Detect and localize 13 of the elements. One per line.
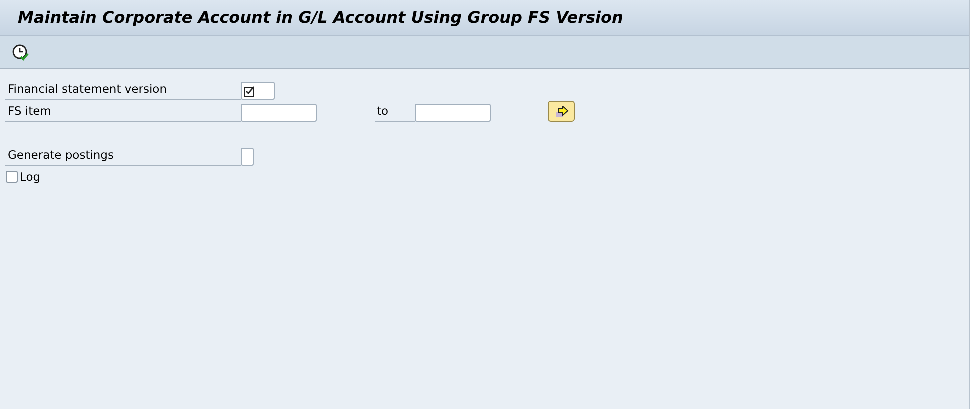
checkbox-label: Log (20, 170, 41, 184)
input-field[interactable] (415, 104, 491, 122)
clock-check-icon (12, 44, 29, 60)
input-field[interactable] (241, 82, 275, 100)
input-field[interactable] (241, 104, 317, 122)
field-label: Financial statement version (5, 80, 241, 100)
input-field[interactable] (241, 148, 254, 166)
field-label: FS item (5, 102, 241, 122)
multiple-selection-button[interactable] (548, 101, 575, 122)
arrow-icon (554, 106, 568, 118)
field-label: Generate postings (5, 146, 241, 166)
checkbox[interactable] (6, 171, 18, 183)
window-title: Maintain Corporate Account in G/L Account Using Group FS Version (18, 8, 624, 27)
